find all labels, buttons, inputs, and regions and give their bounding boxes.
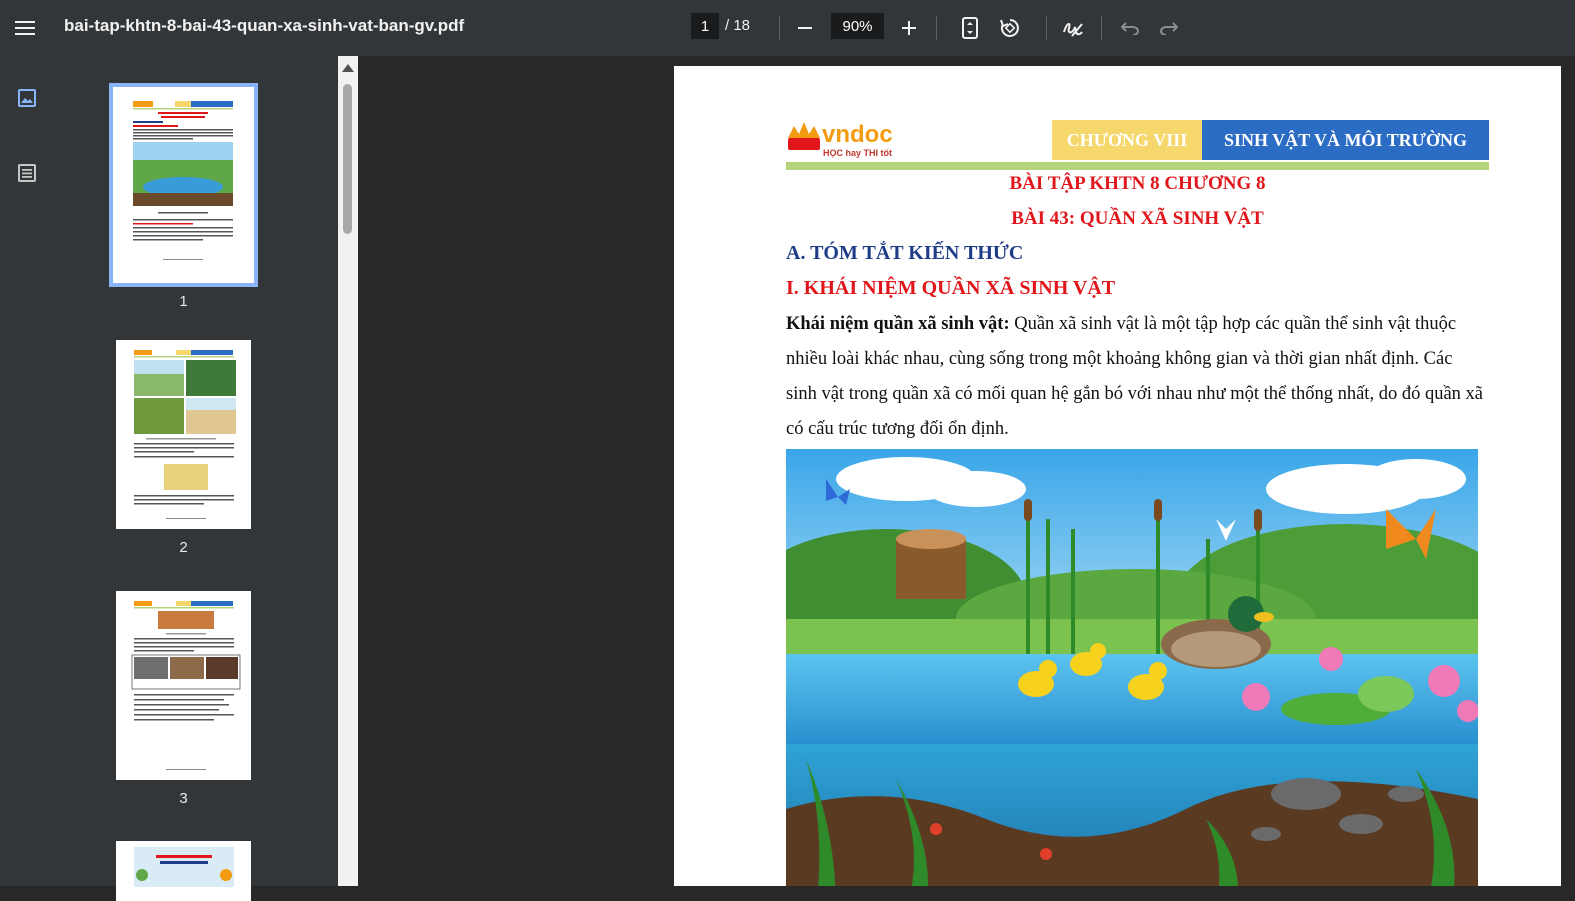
pdf-page: vndoc HỌC hay THI tốt CHƯƠNG VIII SINH V… bbox=[674, 66, 1561, 886]
zoom-input[interactable] bbox=[831, 13, 884, 39]
annotate-icon[interactable] bbox=[1058, 13, 1088, 43]
document-title: bai-tap-khtn-8-bai-43-quan-xa-sinh-vat-b… bbox=[64, 16, 465, 35]
logo-wordmark: vndoc bbox=[822, 121, 893, 148]
thumbnail-image bbox=[116, 591, 251, 780]
definition-paragraph: Khái niệm quần xã sinh vật: Quần xã sinh… bbox=[786, 307, 1486, 447]
page-thumbnail-3[interactable]: 3 bbox=[116, 591, 251, 807]
zoom-in-icon[interactable] bbox=[894, 13, 924, 43]
thumbnail-image bbox=[116, 841, 251, 901]
pond-ecosystem-illustration bbox=[786, 449, 1478, 886]
toolbar-divider bbox=[779, 16, 780, 40]
page-thumbnail-4[interactable] bbox=[116, 841, 251, 901]
thumbnails-view-icon[interactable] bbox=[12, 83, 42, 113]
thumbnail-label: 1 bbox=[179, 293, 188, 310]
page-number-input[interactable] bbox=[691, 13, 719, 39]
sidebar-scrollbar[interactable] bbox=[338, 56, 358, 886]
lesson-title: BÀI 43: QUẦN XÃ SINH VẬT bbox=[1011, 208, 1264, 229]
pdf-toolbar: bai-tap-khtn-8-bai-43-quan-xa-sinh-vat-b… bbox=[0, 0, 1575, 56]
menu-icon[interactable] bbox=[10, 13, 40, 43]
fit-page-icon[interactable] bbox=[955, 13, 985, 43]
header-divider bbox=[786, 162, 1489, 170]
crown-icon: vndoc HỌC hay THI tốt bbox=[788, 121, 893, 158]
thumbnail-label: 2 bbox=[179, 539, 188, 556]
redo-icon[interactable] bbox=[1154, 13, 1184, 43]
section-a-heading: A. TÓM TẮT KIẾN THỨC bbox=[786, 242, 1024, 264]
definition-term: Khái niệm quần xã sinh vật: bbox=[786, 314, 1010, 334]
thumbnail-image bbox=[109, 83, 258, 287]
thumbnail-label: 3 bbox=[179, 790, 188, 807]
thumbnail-image bbox=[116, 340, 251, 529]
scroll-up-arrow-icon[interactable] bbox=[342, 64, 354, 72]
section-i-heading: I. KHÁI NIỆM QUẦN XÃ SINH VẬT bbox=[786, 277, 1116, 299]
exercise-title: BÀI TẬP KHTN 8 CHƯƠNG 8 bbox=[1009, 173, 1266, 194]
toolbar-divider bbox=[1101, 16, 1102, 40]
vndoc-logo: vndoc HỌC hay THI tốt bbox=[786, 120, 896, 167]
rotate-icon[interactable] bbox=[995, 13, 1025, 43]
logo-tagline: HỌC hay THI tốt bbox=[823, 148, 892, 158]
undo-icon[interactable] bbox=[1115, 13, 1145, 43]
chapter-label: CHƯƠNG VIII bbox=[1052, 120, 1202, 160]
toolbar-divider bbox=[1046, 16, 1047, 40]
page-total: / 18 bbox=[725, 17, 751, 34]
page-thumbnail-1[interactable]: 1 bbox=[109, 83, 258, 310]
zoom-out-icon[interactable] bbox=[790, 13, 820, 43]
scrollbar-thumb[interactable] bbox=[343, 84, 352, 234]
toolbar-divider bbox=[936, 16, 937, 40]
thumbnail-sidebar: 1 2 3 bbox=[0, 56, 338, 901]
document-viewer[interactable]: vndoc HỌC hay THI tốt CHƯƠNG VIII SINH V… bbox=[358, 56, 1575, 886]
outline-view-icon[interactable] bbox=[12, 158, 42, 188]
page-thumbnail-2[interactable]: 2 bbox=[116, 340, 251, 556]
topic-label: SINH VẬT VÀ MÔI TRƯỜNG bbox=[1202, 120, 1489, 160]
